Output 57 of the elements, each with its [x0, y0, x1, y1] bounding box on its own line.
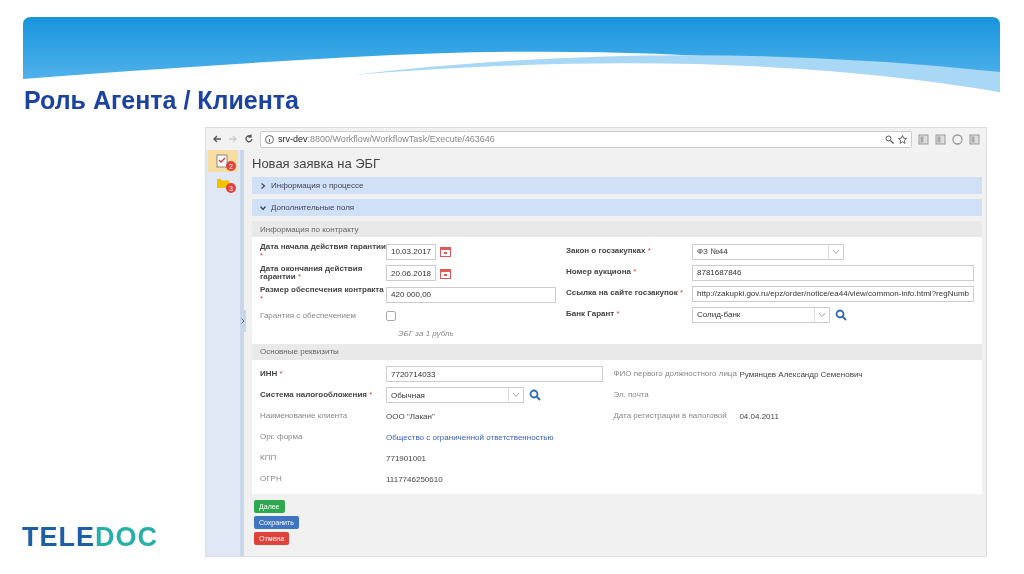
slide-title: Роль Агента / Клиента — [24, 86, 299, 115]
extension-icon[interactable] — [952, 133, 963, 145]
field-value: Румянцев Александр Семенович — [739, 369, 863, 379]
field-label: Гарантия с обеспечением — [260, 311, 357, 321]
url-text: srv-dev:8800/Workflow/WorkflowTask/Execute/463646 — [278, 134, 495, 144]
date-field[interactable]: 20.06.2018 — [386, 265, 436, 282]
field-label: ФИО первого должностного лица — [613, 369, 738, 379]
field-label: Дата регистрации в налоговой — [613, 411, 728, 421]
zoom-icon[interactable] — [885, 134, 894, 144]
field-label: Номер аукциона * — [566, 268, 638, 277]
field-label: Эл. почта — [613, 390, 650, 400]
field-label: Наименование клиента — [260, 411, 349, 421]
dropdown-field[interactable]: ФЗ №44 — [692, 243, 844, 260]
address-bar[interactable]: srv-dev:8800/Workflow/WorkflowTask/Execute/463646 — [260, 130, 912, 148]
field-label: Закон о госзакупках * — [566, 247, 652, 256]
extension-icon[interactable] — [935, 133, 946, 145]
field-label: Орг. форма — [260, 432, 304, 442]
field-value: 771901001 — [386, 453, 427, 463]
field-value: 04.04.2011 — [739, 411, 779, 421]
field-value: 1117746250610 — [386, 474, 443, 484]
page-title: Новая заявка на ЭБГ — [252, 155, 382, 173]
date-field[interactable]: 10.03.2017 — [386, 243, 436, 260]
logo: TELEDOC — [22, 522, 158, 553]
dropdown-field[interactable]: Солид-банк — [692, 306, 830, 323]
calendar-icon[interactable] — [440, 246, 451, 258]
panel-header: Информация по контракту — [252, 221, 982, 237]
field-label: Размер обеспечения контракта * — [260, 286, 385, 304]
calendar-icon[interactable] — [440, 267, 451, 279]
input-field[interactable]: 420 000,00 — [386, 287, 556, 303]
field-label: Дата начала действия гарантии * — [260, 243, 386, 261]
field-label: Банк Гарант * — [566, 310, 621, 319]
field-label: Дата окончания действия гарантии * — [260, 264, 364, 283]
field-label: Ссылка на сайте госзакупок * — [566, 289, 685, 298]
field-link[interactable]: Общество с ограниченной ответственностью — [386, 432, 554, 442]
extension-icon[interactable] — [918, 133, 929, 145]
reload-icon[interactable] — [244, 134, 254, 144]
search-icon[interactable] — [835, 308, 847, 321]
field-label: КПП — [260, 453, 278, 463]
field-label: ОГРН — [260, 474, 283, 484]
section-bar[interactable]: Дополнительные поля — [252, 199, 982, 216]
dropdown-field[interactable]: Обычная — [386, 387, 524, 404]
field-label: ИНН * — [260, 369, 284, 379]
star-icon[interactable] — [898, 134, 907, 144]
field-value: ООО "Лакан" — [386, 411, 435, 421]
input-field[interactable]: 8781687846 — [692, 264, 974, 281]
hint-text: ЭБГ за 1 рубль — [398, 328, 455, 338]
section-bar[interactable]: Информация о процессе — [252, 177, 982, 194]
input-field[interactable]: http://zakupki.gov.ru/epz/order/notice/ea44/view/common-info.html?regNumb — [692, 285, 974, 302]
checkbox[interactable] — [386, 311, 396, 322]
folder-icon — [216, 176, 230, 190]
back-arrow-icon[interactable] — [212, 134, 222, 144]
info-icon[interactable] — [265, 134, 274, 144]
extension-icon[interactable] — [969, 133, 980, 145]
document-check-icon — [216, 154, 230, 168]
field-label: Система налогообложения * — [260, 390, 374, 400]
search-icon[interactable] — [529, 389, 541, 402]
input-field[interactable]: 7720714033 — [386, 366, 604, 383]
